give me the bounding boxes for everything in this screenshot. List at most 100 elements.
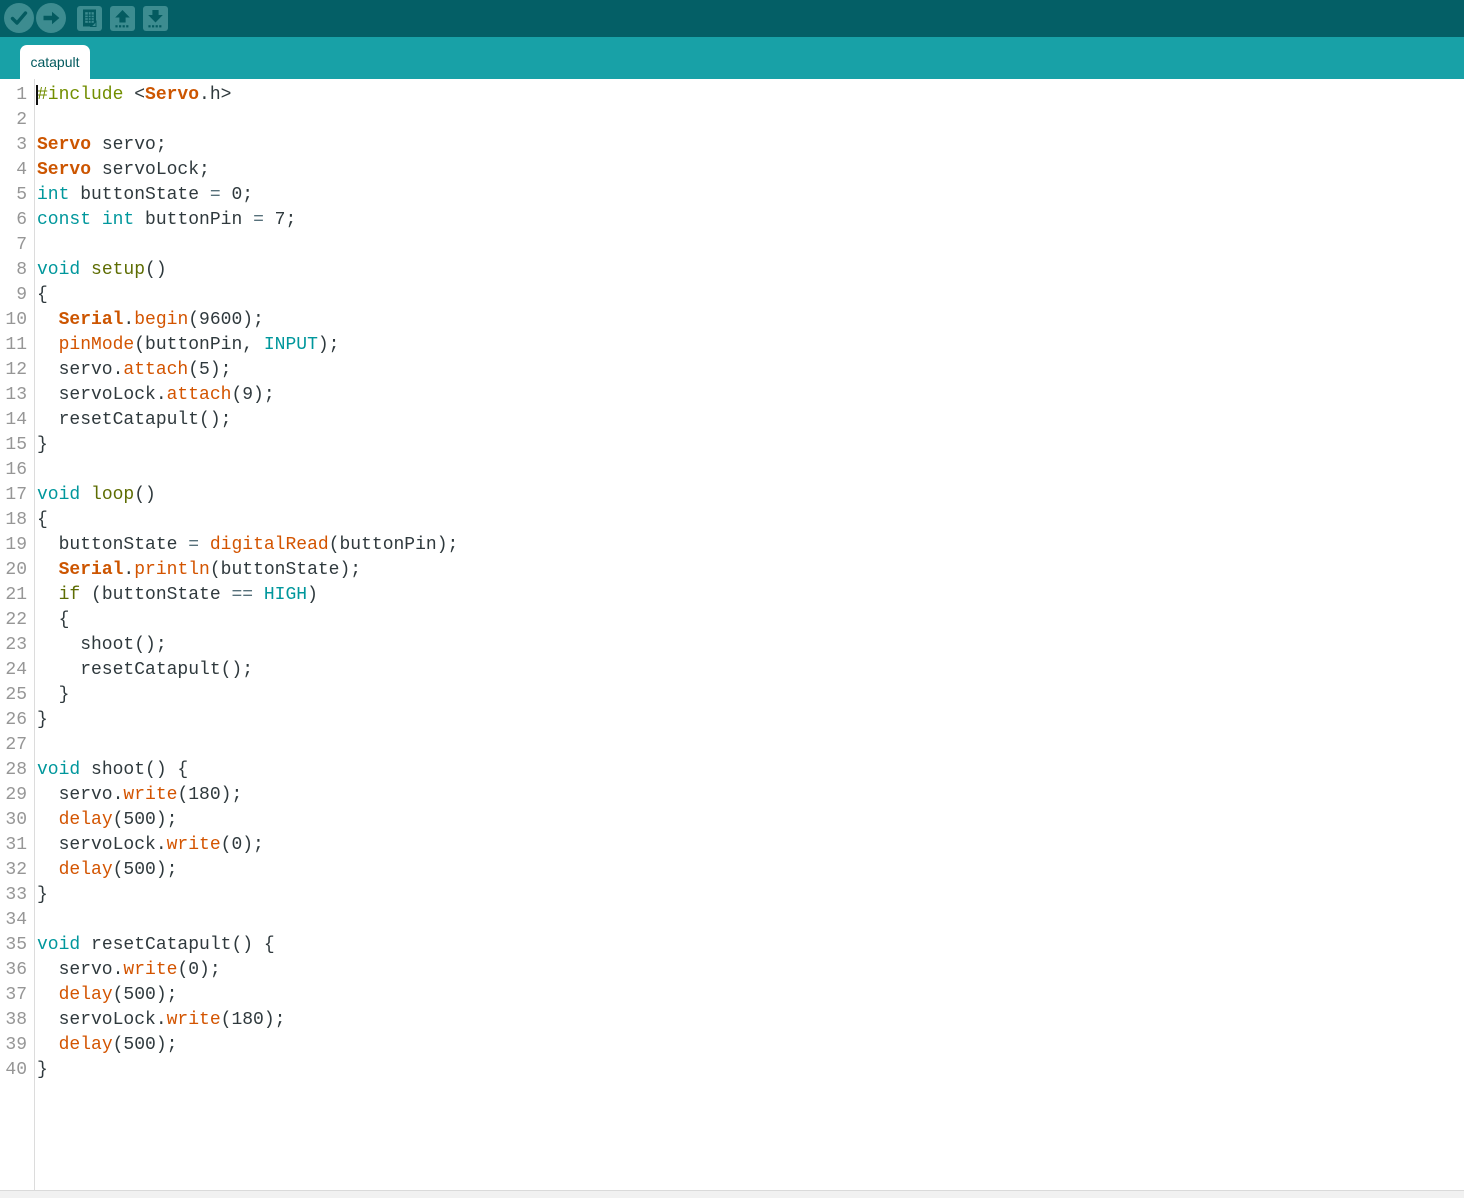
code-line[interactable]: 22 { [0, 608, 1464, 633]
tab-bar: catapult [0, 37, 1464, 79]
new-sketch-button[interactable] [77, 6, 102, 31]
status-strip [0, 1190, 1464, 1198]
code-line[interactable]: 37 delay(500); [0, 983, 1464, 1008]
save-button[interactable] [143, 6, 168, 31]
line-number: 38 [5, 1010, 27, 1030]
gutter-divider [34, 79, 35, 1190]
line-number: 11 [5, 335, 27, 355]
line-content: int buttonState = 0; [37, 185, 254, 205]
line-content: const int buttonPin = 7; [37, 210, 297, 230]
line-content: #include <Servo.h> [37, 85, 232, 105]
line-number: 34 [5, 910, 27, 930]
open-button[interactable] [110, 6, 135, 31]
code-line[interactable]: 33} [0, 883, 1464, 908]
line-number: 35 [5, 935, 27, 955]
line-number: 5 [16, 185, 27, 205]
code-line[interactable]: 31 servoLock.write(0); [0, 833, 1464, 858]
code-line[interactable]: 3 Servo servo; [0, 133, 1464, 158]
line-content: delay(500); [58, 1035, 178, 1055]
line-content: servo.attach(5); [37, 360, 232, 380]
arrow-right-icon [36, 3, 66, 33]
line-content: void loop() [37, 485, 156, 505]
line-number: 20 [5, 560, 27, 580]
line-number: 29 [5, 785, 27, 805]
code-line[interactable]: 25 } [0, 683, 1464, 708]
line-content: } [37, 685, 70, 705]
code-line[interactable]: 39 delay(500); [0, 1033, 1464, 1058]
code-line[interactable]: 38 servoLock.write(180); [0, 1008, 1464, 1033]
verify-button[interactable] [4, 3, 34, 33]
code-line[interactable]: 11 pinMode(buttonPin, INPUT); [0, 333, 1464, 358]
code-line[interactable]: 21 if (buttonState == HIGH) [0, 583, 1464, 608]
code-line[interactable]: 9{ [0, 283, 1464, 308]
line-number: 16 [5, 460, 27, 480]
code-line[interactable]: 35 void resetCatapult() { [0, 933, 1464, 958]
line-number: 12 [5, 360, 27, 380]
line-number: 32 [5, 860, 27, 880]
line-number: 10 [5, 310, 27, 330]
line-content: resetCatapult(); [37, 660, 254, 680]
code-line[interactable]: 26} [0, 708, 1464, 733]
line-number: 2 [16, 110, 27, 130]
arrow-down-icon [143, 6, 168, 31]
line-number: 37 [5, 985, 27, 1005]
code-line[interactable]: 12 servo.attach(5); [0, 358, 1464, 383]
code-line[interactable]: 17 void loop() [0, 483, 1464, 508]
line-content: Serial.begin(9600); [58, 310, 264, 330]
line-content: if (buttonState == HIGH) [58, 585, 318, 605]
upload-button[interactable] [36, 3, 66, 33]
code-line[interactable]: 24 resetCatapult(); [0, 658, 1464, 683]
line-number: 26 [5, 710, 27, 730]
arrow-up-icon [110, 6, 135, 31]
code-line[interactable]: 10 Serial.begin(9600); [0, 308, 1464, 333]
line-content: shoot(); [37, 635, 167, 655]
code-line[interactable]: 15} [0, 433, 1464, 458]
line-number: 27 [5, 735, 27, 755]
code-line[interactable]: 16 [0, 458, 1464, 483]
code-line[interactable]: 27 [0, 733, 1464, 758]
line-content: Serial.println(buttonState); [58, 560, 362, 580]
toolbar [0, 0, 1464, 37]
line-number: 33 [5, 885, 27, 905]
line-number: 3 [16, 135, 27, 155]
code-line[interactable]: 34 [0, 908, 1464, 933]
tab-catapult[interactable]: catapult [20, 45, 90, 79]
code-line[interactable]: 40} [0, 1058, 1464, 1083]
code-line[interactable]: 18{ [0, 508, 1464, 533]
line-number: 25 [5, 685, 27, 705]
code-line[interactable]: 5 int buttonState = 0; [0, 183, 1464, 208]
code-line[interactable]: 36 servo.write(0); [0, 958, 1464, 983]
line-content: servo.write(180); [37, 785, 243, 805]
line-number: 36 [5, 960, 27, 980]
line-number: 19 [5, 535, 27, 555]
code-line[interactable]: 29 servo.write(180); [0, 783, 1464, 808]
line-content: pinMode(buttonPin, INPUT); [58, 335, 340, 355]
code-editor[interactable]: 1 #include <Servo.h> 2 3 Servo servo; 4 Servo … [0, 79, 1464, 1190]
code-line[interactable]: 23 shoot(); [0, 633, 1464, 658]
code-line[interactable]: 20 Serial.println(buttonState); [0, 558, 1464, 583]
text-caret [36, 85, 38, 105]
line-number: 39 [5, 1035, 27, 1055]
line-content: servoLock.write(180); [37, 1010, 286, 1030]
code-line[interactable]: 30 delay(500); [0, 808, 1464, 833]
code-line[interactable]: 8 void setup() [0, 258, 1464, 283]
code-line[interactable]: 32 delay(500); [0, 858, 1464, 883]
code-line[interactable]: 13 servoLock.attach(9); [0, 383, 1464, 408]
line-content: Servo servo; [37, 135, 167, 155]
line-number: 31 [5, 835, 27, 855]
code-line[interactable]: 6 const int buttonPin = 7; [0, 208, 1464, 233]
code-line[interactable]: 14 resetCatapult(); [0, 408, 1464, 433]
code-line[interactable]: 4 Servo servoLock; [0, 158, 1464, 183]
code-line[interactable]: 19 buttonState = digitalRead(buttonPin); [0, 533, 1464, 558]
code-line[interactable]: 2 [0, 108, 1464, 133]
code-line[interactable]: 7 [0, 233, 1464, 258]
line-number: 28 [5, 760, 27, 780]
line-content: servoLock.attach(9); [37, 385, 275, 405]
line-number: 17 [5, 485, 27, 505]
line-content: { [37, 610, 70, 630]
code-line[interactable]: 28 void shoot() { [0, 758, 1464, 783]
line-content: Servo servoLock; [37, 160, 210, 180]
line-number: 21 [5, 585, 27, 605]
line-number: 13 [5, 385, 27, 405]
code-line[interactable]: 1 #include <Servo.h> [0, 83, 1464, 108]
